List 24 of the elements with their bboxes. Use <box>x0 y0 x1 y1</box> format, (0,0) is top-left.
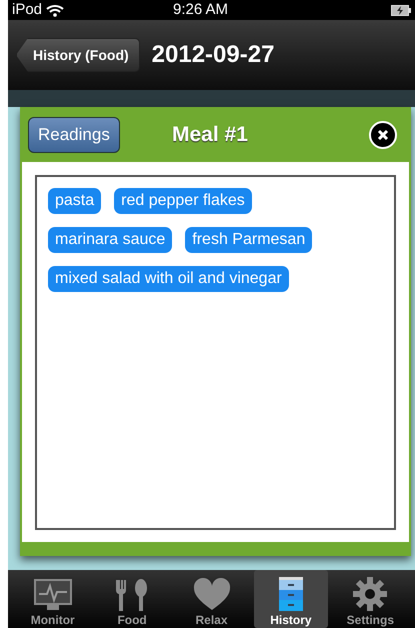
tab-bar-item[interactable]: History <box>254 570 328 628</box>
food-tag: marinara sauce <box>48 227 172 253</box>
tab-bar-item[interactable]: Food <box>95 570 169 628</box>
readings-button[interactable]: Readings <box>28 116 120 152</box>
navigation-title: 2012-09-27 <box>152 40 274 70</box>
food-tag: red pepper flakes <box>114 188 252 214</box>
clock-time: 9:26 AM <box>173 0 228 20</box>
carrier-label: iPod <box>12 0 42 20</box>
food-tag: pasta <box>48 188 102 214</box>
close-icon <box>377 128 389 140</box>
back-button[interactable]: History (Food) <box>16 38 140 72</box>
close-button[interactable] <box>369 120 397 148</box>
food-tag: mixed salad with oil and vinegar <box>48 266 289 292</box>
drawers-icon <box>276 576 305 612</box>
settings-icon <box>352 576 388 612</box>
food-tag: fresh Parmesan <box>185 227 312 253</box>
tab-bar-item[interactable]: Settings <box>334 570 408 628</box>
heart-icon <box>192 578 232 612</box>
tab-bar-item[interactable]: Relax <box>174 570 248 628</box>
monitor-icon <box>32 578 73 612</box>
battery-icon <box>391 4 411 16</box>
tab-bar-item[interactable]: Monitor <box>16 570 90 628</box>
wifi-icon <box>46 4 64 16</box>
dialog-title: Meal #1 <box>172 122 248 148</box>
